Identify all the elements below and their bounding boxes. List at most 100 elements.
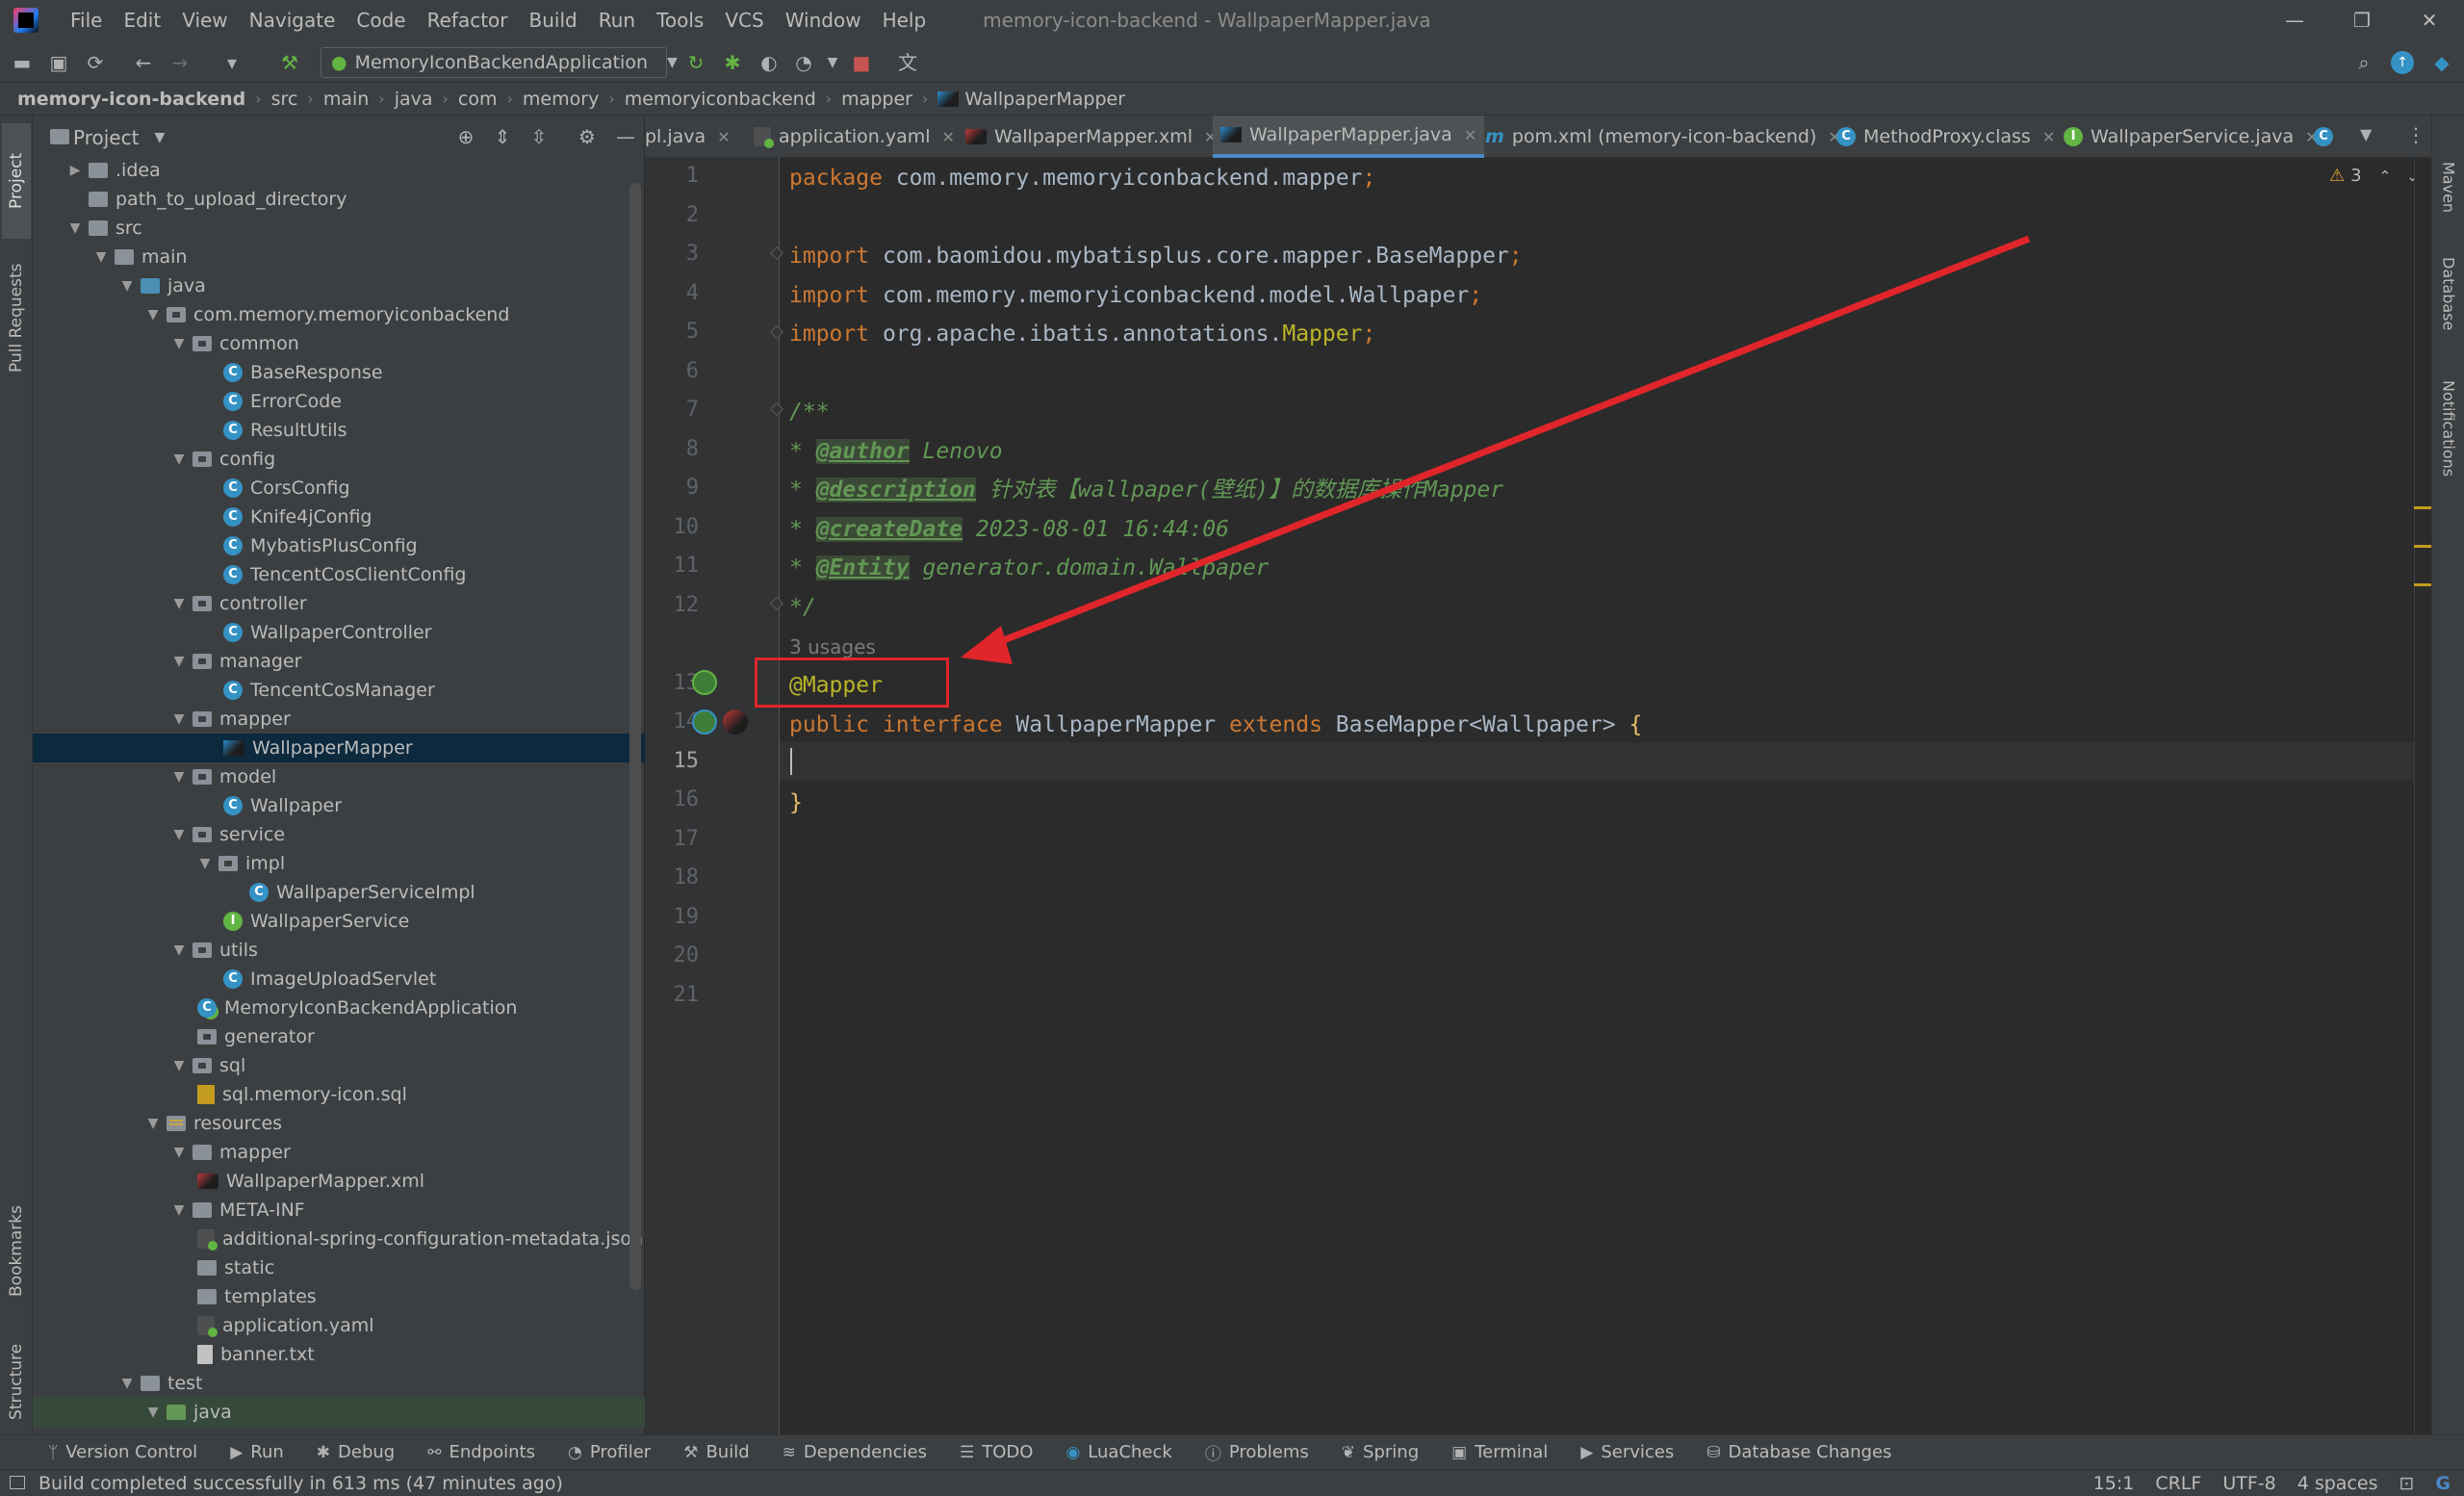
breadcrumb-wallpapermapper[interactable]: WallpaperMapper <box>964 89 1125 110</box>
breadcrumb-main[interactable]: main <box>323 89 369 110</box>
sync-icon[interactable]: ⟳ <box>83 50 108 75</box>
vcs-user-icon[interactable]: ▾ <box>219 50 244 75</box>
menu-help[interactable]: Help <box>872 0 937 40</box>
tree-item-resources[interactable]: ▼ resources <box>33 1109 645 1138</box>
rerun-icon[interactable]: ↻ <box>683 50 708 75</box>
tree-item-sql[interactable]: ▼ sql <box>33 1051 645 1080</box>
tool-version-control[interactable]: ᛘ Version Control <box>48 1442 197 1462</box>
spring-bean-icon[interactable] <box>692 670 717 695</box>
tool-tab-notifications[interactable]: Notifications <box>2436 356 2461 501</box>
save-all-icon[interactable]: ▣ <box>46 50 71 75</box>
breadcrumb-memory[interactable]: memory <box>523 89 599 110</box>
close-tab-icon[interactable]: ✕ <box>942 128 955 146</box>
tree-item-tencentcosmanager[interactable]: C TencentCosManager <box>33 676 645 705</box>
tree-item-java[interactable]: ▼ java <box>33 271 645 300</box>
warning-marker[interactable] <box>2414 506 2431 509</box>
tree-item-application-yaml[interactable]: application.yaml <box>33 1311 645 1340</box>
menu-view[interactable]: View <box>171 0 238 40</box>
tool-todo[interactable]: ☰ TODO <box>960 1442 1033 1462</box>
coverage-icon[interactable]: ◐ <box>757 50 782 75</box>
status-message[interactable]: Build completed successfully in 613 ms (… <box>38 1473 563 1494</box>
menu-tools[interactable]: Tools <box>646 0 714 40</box>
stop-icon[interactable]: ■ <box>849 50 874 75</box>
tree-item-imageuploadservlet[interactable]: C ImageUploadServlet <box>33 965 645 993</box>
tab-pom-xml[interactable]: m pom.xml (memory-icon-backend) ✕ <box>1477 116 1849 158</box>
breadcrumb-src[interactable]: src <box>271 89 298 110</box>
tree-item-wallpapercontroller[interactable]: C WallpaperController <box>33 618 645 647</box>
tree-item-upload-dir[interactable]: path_to_upload_directory <box>33 185 645 214</box>
menu-edit[interactable]: Edit <box>113 0 171 40</box>
tab-methodproxy[interactable]: C MethodProxy.class ✕ <box>1829 116 2063 158</box>
menu-window[interactable]: Window <box>775 0 872 40</box>
expand-all-icon[interactable]: ⇕ <box>491 125 514 148</box>
tab-application-yaml[interactable]: application.yaml ✕ <box>746 116 962 158</box>
tree-item-resources-mapper[interactable]: ▼ mapper <box>33 1138 645 1167</box>
tree-item-config[interactable]: ▼ config <box>33 445 645 474</box>
tool-luacheck[interactable]: ◉ LuaCheck <box>1065 1442 1171 1462</box>
tree-item-utils[interactable]: ▼ utils <box>33 936 645 965</box>
tree-item-package-root[interactable]: ▼ com.memory.memoryiconbackend <box>33 300 645 329</box>
tree-item-meta-inf[interactable]: ▼ META-INF <box>33 1196 645 1225</box>
menu-vcs[interactable]: VCS <box>714 0 774 40</box>
tool-dependencies[interactable]: ≋ Dependencies <box>783 1442 927 1462</box>
tool-spring[interactable]: ❦ Spring <box>1342 1442 1419 1462</box>
line-separator[interactable]: CRLF <box>2155 1473 2201 1494</box>
tab-overflow[interactable]: C <box>2310 116 2345 158</box>
build-hammer-icon[interactable]: ⚒ <box>277 50 302 75</box>
tree-item-application-class[interactable]: C MemoryIconBackendApplication <box>33 993 645 1022</box>
tool-build[interactable]: ⚒ Build <box>683 1442 749 1462</box>
tree-item-idea[interactable]: ▶ .idea <box>33 156 645 185</box>
forward-icon[interactable]: → <box>167 50 192 75</box>
tool-tab-maven[interactable]: Maven <box>2436 144 2461 231</box>
locate-file-icon[interactable]: ⊕ <box>454 125 477 148</box>
tree-item-metadata-json[interactable]: additional-spring-configuration-metadata… <box>33 1225 645 1253</box>
tree-item-controller[interactable]: ▼ controller <box>33 589 645 618</box>
minimize-icon[interactable]: — <box>2266 0 2323 40</box>
warning-marker[interactable] <box>2414 545 2431 548</box>
tree-item-knife4jconfig[interactable]: C Knife4jConfig <box>33 503 645 531</box>
tool-tab-database[interactable]: Database <box>2436 241 2461 347</box>
profiler-icon[interactable]: ◔ <box>791 50 816 75</box>
usages-link[interactable]: 3 usages <box>789 635 876 658</box>
tree-item-service[interactable]: ▼ service <box>33 820 645 849</box>
caret-position[interactable]: 15:1 <box>2093 1473 2135 1494</box>
tab-mapper-java[interactable]: WallpaperMapper.java ✕ <box>1213 116 1485 158</box>
implemented-icon[interactable] <box>692 709 717 735</box>
tree-item-main[interactable]: ▼ main <box>33 243 645 271</box>
close-tab-icon[interactable]: ✕ <box>2042 128 2055 146</box>
tree-item-mapper-xml[interactable]: WallpaperMapper.xml <box>33 1167 645 1196</box>
tree-item-corsconfig[interactable]: C CorsConfig <box>33 474 645 503</box>
menu-navigate[interactable]: Navigate <box>239 0 346 40</box>
tree-item-wallpapermapper[interactable]: WallpaperMapper <box>33 734 645 762</box>
tool-profiler[interactable]: ◔ Profiler <box>568 1442 651 1462</box>
tool-debug[interactable]: ✱ Debug <box>317 1442 395 1462</box>
tool-tab-bookmarks[interactable]: Bookmarks <box>2 1184 31 1319</box>
tree-item-banner[interactable]: banner.txt <box>33 1340 645 1369</box>
chevron-down-icon[interactable]: ▼ <box>154 130 165 145</box>
tree-item-impl[interactable]: ▼ impl <box>33 849 645 878</box>
tool-terminal[interactable]: ▣ Terminal <box>1451 1442 1548 1462</box>
jetbrains-ai-icon[interactable]: ◆ <box>2429 50 2454 75</box>
open-folder-icon[interactable]: ▬ <box>10 50 35 75</box>
search-icon[interactable]: ⌕ <box>2351 50 2376 75</box>
back-icon[interactable]: ← <box>131 50 156 75</box>
menu-run[interactable]: Run <box>588 0 646 40</box>
restore-icon[interactable]: ❐ <box>2333 0 2391 40</box>
editor-scrollbar[interactable] <box>2414 158 2431 1434</box>
tool-services[interactable]: ▶ Services <box>1580 1442 1674 1462</box>
update-icon[interactable]: ↑ <box>2391 51 2414 74</box>
tool-tab-project[interactable]: Project <box>2 123 31 239</box>
tree-item-baseresponse[interactable]: C BaseResponse <box>33 358 645 387</box>
tree-item-common[interactable]: ▼ common <box>33 329 645 358</box>
tree-item-sql-file[interactable]: sql.memory-icon.sql <box>33 1080 645 1109</box>
tree-item-templates[interactable]: templates <box>33 1282 645 1311</box>
tree-item-model[interactable]: ▼ model <box>33 762 645 791</box>
tree-item-test-java[interactable]: ▼ java <box>33 1398 645 1427</box>
collapse-all-icon[interactable]: ⇳ <box>527 125 551 148</box>
breadcrumb-java[interactable]: java <box>395 89 433 110</box>
tree-item-mapper-pkg[interactable]: ▼ mapper <box>33 705 645 734</box>
google-icon[interactable]: G <box>2435 1473 2451 1494</box>
more-run-chevron-icon[interactable]: ▼ <box>820 50 845 75</box>
tool-endpoints[interactable]: ⚯ Endpoints <box>427 1442 535 1462</box>
run-configuration-select[interactable]: ● MemoryIconBackendApplication ▼ <box>321 47 678 78</box>
